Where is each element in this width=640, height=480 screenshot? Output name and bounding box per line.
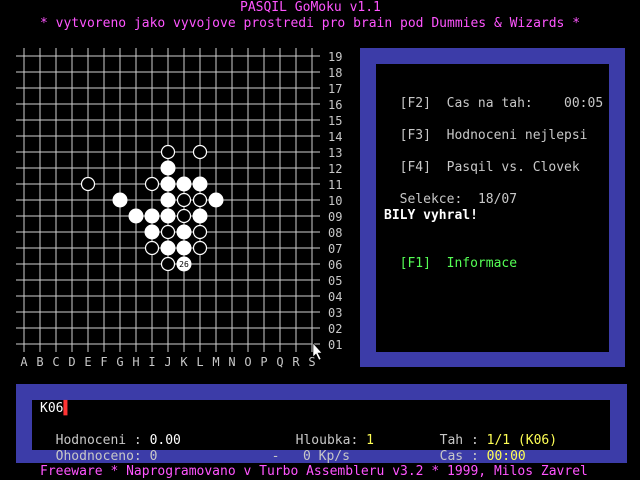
white-stone: [112, 192, 128, 208]
pasqil-label: Pasqil vs. Clovek: [446, 160, 580, 175]
selekce-value: 18/07: [477, 192, 518, 207]
col-label: R: [292, 355, 300, 369]
current-move-text: K06: [40, 401, 64, 416]
f2-key: [F2]: [399, 96, 431, 111]
informace-label: Informace: [446, 256, 518, 271]
selekce-label: Selekce:: [399, 192, 463, 207]
col-label: G: [116, 355, 123, 369]
hloubka-value: 1: [366, 433, 374, 448]
row-label: 07: [328, 242, 342, 256]
col-label: A: [20, 355, 28, 369]
winner-message: BILY vyhral!: [384, 208, 478, 223]
text-cursor: ▌: [63, 401, 72, 416]
ohodnoceno-value: 0: [149, 449, 158, 464]
informace-row[interactable]: [F1] Informace: [384, 240, 517, 272]
col-label: B: [36, 355, 43, 369]
speed-value: 0 Kp/s: [302, 449, 350, 464]
black-stone: [192, 192, 208, 208]
row-label: 14: [328, 130, 342, 144]
white-stone: [144, 224, 160, 240]
black-stone: [176, 208, 192, 224]
col-label: E: [84, 355, 91, 369]
black-stone: [192, 224, 208, 240]
row-label: 10: [328, 194, 342, 208]
row-label: 16: [328, 98, 342, 112]
black-stone: [192, 144, 208, 160]
row-label: 01: [328, 338, 342, 352]
white-stone: [176, 240, 192, 256]
pasqil-row[interactable]: [F4] Pasqil vs. Clovek: [384, 144, 580, 176]
white-stone: [208, 192, 224, 208]
col-label: Q: [276, 355, 283, 369]
row-label: 12: [328, 162, 342, 176]
hodnoceni-row[interactable]: [F3] Hodnoceni nejlepsi: [384, 112, 588, 144]
f4-key: [F4]: [399, 160, 431, 175]
footer-text: Freeware * Naprogramovano v Turbo Assemb…: [40, 464, 588, 479]
hodnoceni-label: Hodnoceni nejlepsi: [446, 128, 588, 143]
col-label: H: [132, 355, 139, 369]
row-label: 09: [328, 210, 342, 224]
black-stone: [160, 256, 176, 272]
row-label: 04: [328, 290, 342, 304]
black-stone: [80, 176, 96, 192]
cas-na-tah-row[interactable]: [F2] Cas na tah: 00:05: [384, 80, 604, 112]
row-label: 15: [328, 114, 342, 128]
col-label: K: [180, 355, 188, 369]
current-move: K06▌: [40, 401, 71, 417]
ohodnoceno-status: Ohodnoceno: 0: [40, 433, 158, 465]
selekce-row: Selekce: 18/07: [384, 176, 517, 208]
row-label: 08: [328, 226, 342, 240]
ohodnoceno-label: Ohodnoceno:: [55, 449, 142, 464]
row-label: 17: [328, 82, 342, 96]
col-label: O: [244, 355, 251, 369]
cas-status: Cas : 00:00: [424, 433, 526, 465]
white-stone: [160, 192, 176, 208]
col-label: C: [52, 355, 59, 369]
f3-key: [F3]: [399, 128, 431, 143]
cas-value: 00:05: [564, 96, 604, 111]
white-stone: [192, 176, 208, 192]
cas-status-value: 00:00: [486, 449, 526, 464]
row-label: 19: [328, 50, 342, 64]
f1-key: [F1]: [399, 256, 431, 271]
white-stone: [160, 208, 176, 224]
col-label: I: [148, 355, 155, 369]
col-label: F: [100, 355, 107, 369]
row-label: 18: [328, 66, 342, 80]
col-label: L: [196, 355, 203, 369]
black-stone: [160, 144, 176, 160]
white-stone: [160, 160, 176, 176]
row-label: 13: [328, 146, 342, 160]
col-label: N: [228, 355, 235, 369]
row-label: 06: [328, 258, 342, 272]
white-stone: [192, 208, 208, 224]
speed-dash: -: [271, 449, 280, 464]
row-label: 02: [328, 322, 342, 336]
col-label: P: [260, 355, 267, 369]
last-move-marker: 26: [179, 260, 189, 269]
white-stone: [144, 208, 160, 224]
black-stone: [160, 224, 176, 240]
row-label: 05: [328, 274, 342, 288]
white-stone: [160, 176, 176, 192]
cas-status-label: Cas :: [439, 449, 479, 464]
row-label: 11: [328, 178, 342, 192]
black-stone: [144, 176, 160, 192]
cas-label: Cas na tah:: [446, 96, 533, 111]
white-stone: [176, 176, 192, 192]
col-label: J: [164, 355, 171, 369]
black-stone: [176, 192, 192, 208]
white-stone: [160, 240, 176, 256]
row-label: 03: [328, 306, 342, 320]
black-stone: [144, 240, 160, 256]
white-stone: [128, 208, 144, 224]
black-stone: [192, 240, 208, 256]
white-stone: [176, 224, 192, 240]
speed-status: - 0 Kp/s: [256, 433, 350, 465]
col-label: S: [308, 355, 315, 369]
col-label: M: [212, 355, 219, 369]
col-label: D: [68, 355, 75, 369]
